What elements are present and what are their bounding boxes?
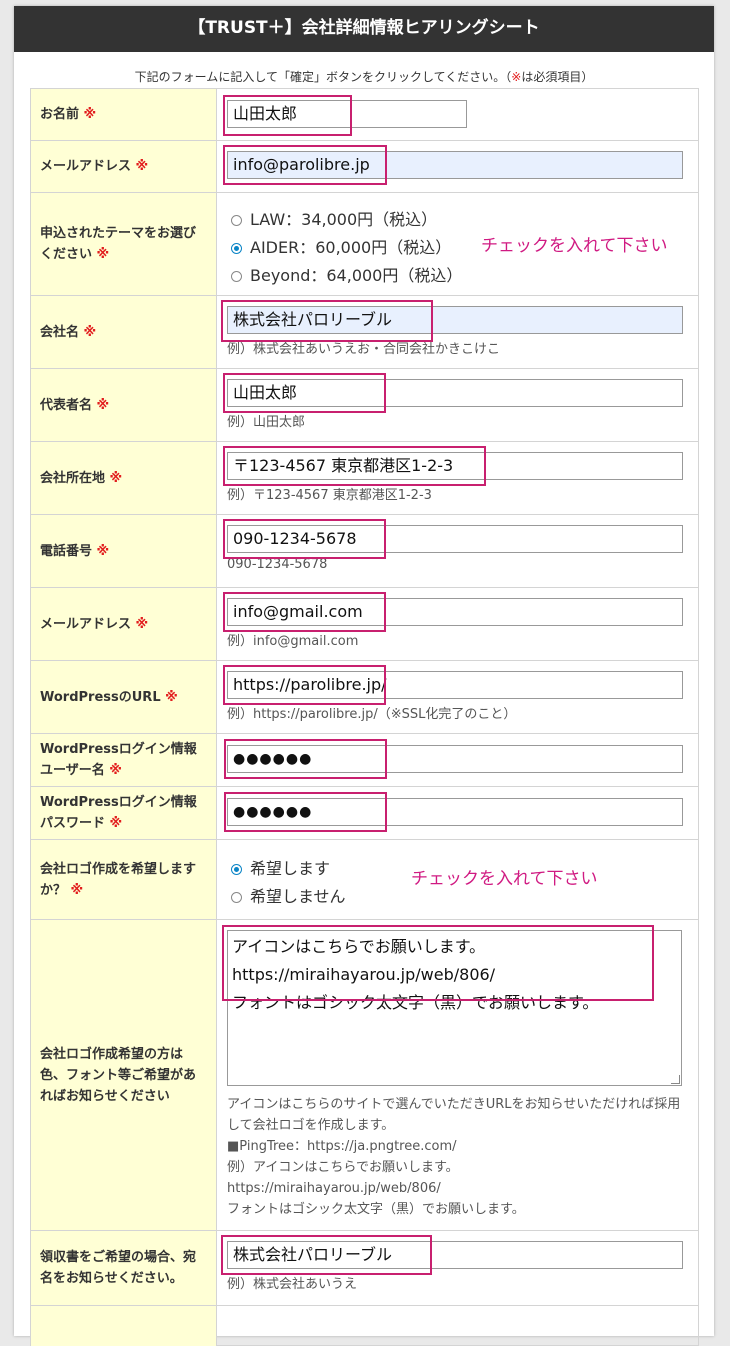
radio-checked-icon [231,863,242,875]
highlight-box [224,739,387,779]
company-label: 会社名 ※ [30,296,217,368]
form-container: 【TRUST＋】会社詳細情報ヒアリングシート 下記のフォームに記入して「確定」ボ… [14,6,714,1346]
radio-checked-icon [231,242,242,254]
row-representative: 代表者名 ※ 山田太郎 例）山田太郎 [30,369,699,442]
row-phone: 電話番号 ※ 090-1234-5678 090-1234-5678 [30,515,699,588]
highlight-box [221,300,433,342]
email-label: メールアドレス ※ [30,141,217,192]
highlight-box [222,925,654,1001]
row-email-2: メールアドレス ※ info@gmail.com 例）info@gmail.co… [30,588,699,661]
highlight-box [223,519,386,559]
wp-pass-label: WordPressログイン情報 パスワード ※ [30,787,217,839]
row-wp-pass: WordPressログイン情報 パスワード ※ ●●●●●● [30,787,699,840]
resize-grip-icon[interactable] [671,1075,680,1084]
row-name: お名前 ※ 山田太郎 [30,89,699,141]
email-2-label: メールアドレス ※ [30,588,217,660]
logo-detail-label: 会社ロゴ作成希望の方は色、フォント等ご希望があればお知らせください [30,920,217,1230]
theme-option-law[interactable]: LAW：34,000円（税込） [231,206,437,230]
row-address: 会社所在地 ※ 〒123-4567 東京都港区1-2-3 例）〒123-4567… [30,442,699,515]
row-theme: 申込されたテーマをお選びください ※ LAW：34,000円（税込） AIDER… [30,193,699,296]
row-receipt: 領収書をご希望の場合、宛名をお知らせください。 株式会社パロリーブル 例）株式会… [30,1231,699,1306]
radio-icon [231,270,242,282]
wp-user-label: WordPressログイン情報 ユーザー名 ※ [30,734,217,786]
highlight-box [223,592,386,632]
row-next [30,1306,699,1346]
address-label: 会社所在地 ※ [30,442,217,514]
radio-icon [231,214,242,226]
row-logo: 会社ロゴ作成を希望しますか？ ※ 希望します 希望しません チェックを入れて下さ… [30,840,699,920]
wp-url-label: WordPressのURL ※ [30,661,217,733]
page-title: 【TRUST＋】会社詳細情報ヒアリングシート [14,6,714,52]
next-label [30,1306,217,1346]
highlight-box [224,792,387,832]
wp-url-hint: 例）https://parolibre.jp/（※SSL化完了のこと） [227,707,517,722]
highlight-box [221,1235,432,1275]
email-2-hint: 例）info@gmail.com [227,634,359,649]
highlight-box [223,446,486,486]
logo-label: 会社ロゴ作成を希望しますか？ ※ [30,840,217,919]
row-email: メールアドレス ※ info@parolibre.jp [30,141,699,193]
theme-label: 申込されたテーマをお選びください ※ [30,193,217,295]
highlight-box [223,145,387,185]
phone-label: 電話番号 ※ [30,515,217,587]
logo-option-no[interactable]: 希望しません [231,883,346,907]
form-table: お名前 ※ 山田太郎 メールアドレス ※ info@parolibre.jp 申… [30,88,699,1346]
receipt-hint: 例）株式会社あいうえ [227,1277,358,1292]
highlight-box [223,665,386,705]
intro-text: 下記のフォームに記入して「確定」ボタンをクリックしてください。（※は必須項目） [134,70,594,84]
phone-hint: 090-1234-5678 [227,557,328,572]
logo-detail-note: アイコンはこちらのサイトで選んでいただきURLをお知らせいただければ採用して会社… [227,1097,681,1217]
name-label: お名前 ※ [30,89,217,140]
check-annotation: チェックを入れて下さい [481,236,668,256]
logo-option-yes[interactable]: 希望します [231,855,330,879]
row-wp-url: WordPressのURL ※ https://parolibre.jp/ 例）… [30,661,699,734]
address-hint: 例）〒123-4567 東京都港区1-2-3 [227,488,432,503]
check-annotation: チェックを入れて下さい [411,869,598,889]
highlight-box [223,373,386,413]
representative-hint: 例）山田太郎 [227,415,306,430]
radio-icon [231,891,242,903]
theme-option-aider[interactable]: AIDER：60,000円（税込） [231,234,451,258]
row-logo-detail: 会社ロゴ作成希望の方は色、フォント等ご希望があればお知らせください アイコンはこ… [30,920,699,1231]
receipt-label: 領収書をご希望の場合、宛名をお知らせください。 [30,1231,217,1305]
highlight-box [223,95,352,136]
representative-label: 代表者名 ※ [30,369,217,441]
theme-option-beyond[interactable]: Beyond：64,000円（税込） [231,262,462,286]
row-wp-user: WordPressログイン情報 ユーザー名 ※ ●●●●●● [30,734,699,787]
row-company: 会社名 ※ 株式会社パロリーブル 例）株式会社あいうえお・合同会社かきこけこ [30,296,699,369]
